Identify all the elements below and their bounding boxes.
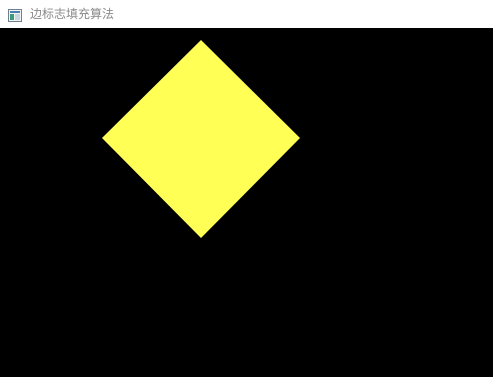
title-bar[interactable]: 边标志填充算法 [0,0,493,28]
canvas-svg [0,28,493,377]
canvas-background [0,28,493,377]
app-window-icon [8,7,22,22]
app-window: 边标志填充算法 [0,0,493,377]
window-title: 边标志填充算法 [30,7,115,21]
drawing-canvas[interactable] [0,28,493,377]
